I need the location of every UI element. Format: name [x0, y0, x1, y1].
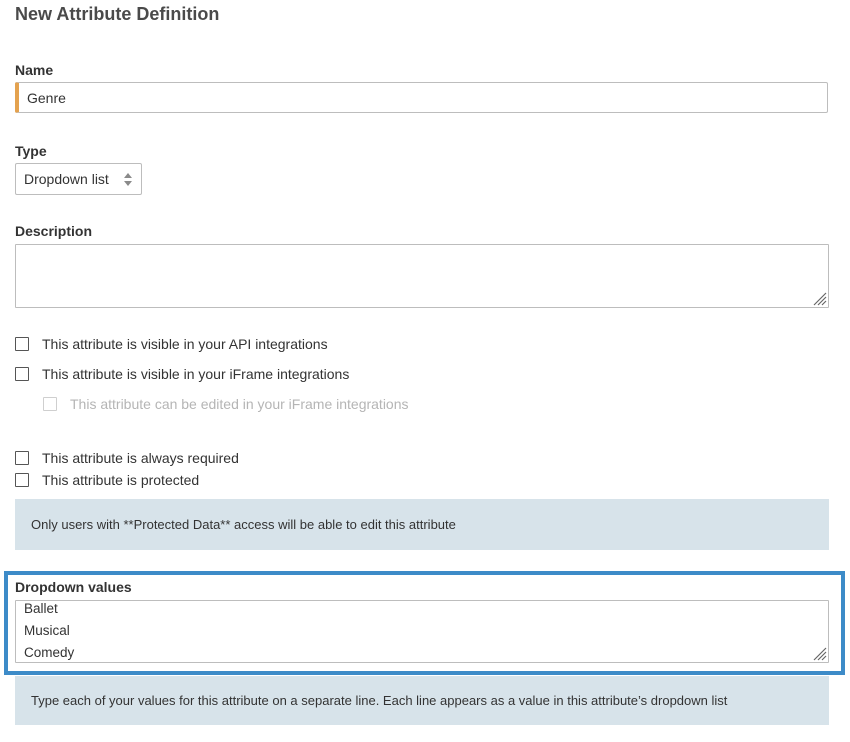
checkbox-iframe-editable: This attribute can be edited in your iFr…	[43, 396, 409, 412]
dropdown-values-textarea[interactable]: Ballet Musical Comedy	[15, 600, 829, 663]
checkbox-label: This attribute can be edited in your iFr…	[70, 396, 409, 412]
type-label: Type	[15, 143, 47, 159]
checkbox-iframe-visible[interactable]: This attribute is visible in your iFrame…	[15, 366, 349, 382]
dropdown-values-help-text: Type each of your values for this attrib…	[31, 693, 728, 708]
checkbox-always-required[interactable]: This attribute is always required	[15, 450, 239, 466]
checkbox-label: This attribute is protected	[42, 472, 200, 488]
checkbox-box[interactable]	[15, 473, 29, 487]
page-title: New Attribute Definition	[15, 4, 220, 24]
resize-handle-icon[interactable]	[813, 647, 827, 661]
description-textarea[interactable]	[15, 244, 829, 308]
checkbox-api-visible[interactable]: This attribute is visible in your API in…	[15, 336, 328, 352]
checkbox-box[interactable]	[15, 337, 29, 351]
dropdown-value-line: Comedy	[24, 645, 75, 660]
checkbox-label: This attribute is visible in your iFrame…	[42, 366, 350, 382]
description-label: Description	[15, 223, 93, 239]
select-arrows-icon	[124, 173, 132, 186]
checkbox-box	[43, 397, 57, 411]
type-select-value: Dropdown list	[24, 171, 109, 187]
dropdown-value-line: Ballet	[24, 601, 58, 616]
name-input[interactable]	[15, 82, 828, 113]
checkbox-box[interactable]	[15, 367, 29, 381]
checkbox-box[interactable]	[15, 451, 29, 465]
resize-handle-icon[interactable]	[813, 292, 827, 306]
protected-info-text: Only users with **Protected Data** acces…	[31, 517, 456, 532]
protected-info-note: Only users with **Protected Data** acces…	[15, 499, 829, 550]
dropdown-values-help: Type each of your values for this attrib…	[15, 676, 829, 725]
checkbox-protected[interactable]: This attribute is protected	[15, 472, 199, 488]
checkbox-label: This attribute is visible in your API in…	[42, 336, 328, 352]
checkbox-label: This attribute is always required	[42, 450, 239, 466]
name-label: Name	[15, 62, 54, 78]
type-select[interactable]: Dropdown list	[15, 163, 142, 195]
dropdown-values-label: Dropdown values	[15, 579, 132, 595]
dropdown-value-line: Musical	[24, 623, 70, 638]
